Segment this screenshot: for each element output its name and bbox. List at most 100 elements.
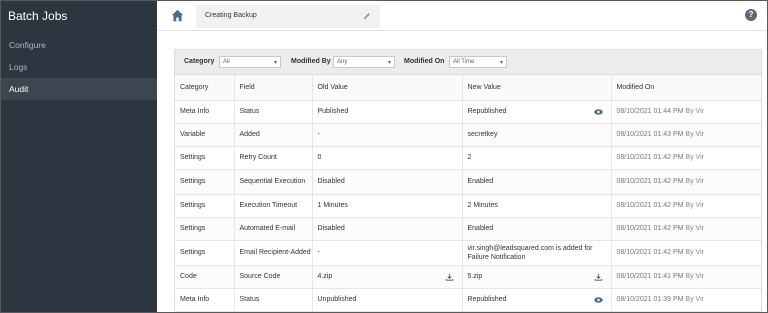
table-header-row: Category Field Old Value New Value Modif… [175, 75, 761, 101]
old-value-cell: 4.zip [312, 265, 463, 289]
column-header-modified-on: Modified On [611, 75, 761, 101]
modified-date: 08/10/2021 01:42 PM [616, 225, 684, 232]
category-filter-value: All [223, 59, 230, 65]
eye-icon[interactable] [593, 108, 603, 116]
modified-by: By Vir [685, 154, 704, 161]
field-cell: Automated E-mail [234, 217, 313, 241]
table-row: Meta Info Status Published Republished 0… [175, 100, 761, 124]
modified-on-cell: 08/10/2021 01:43 PM By Vir [611, 123, 761, 147]
old-value-cell: 1 Minutes [312, 194, 463, 218]
modified-on-cell: 08/10/2021 01:41 PM By Vir [611, 265, 761, 289]
download-icon[interactable] [445, 273, 454, 281]
new-value-cell: vir.singh@leadsquared.com is added for F… [462, 240, 612, 266]
top-bar: Creating Backup ? [157, 1, 767, 31]
column-header-old-value: Old Value [312, 75, 463, 101]
modified-date: 08/10/2021 01:39 PM [616, 296, 684, 303]
old-value-cell: - [312, 240, 463, 266]
modified-by: By Vir [685, 178, 704, 185]
app-frame: Batch Jobs Configure Logs Audit Creating… [0, 0, 768, 313]
table-row: Code Source Code 4.zip 5.zip 08/10/2021 … [175, 265, 761, 289]
table-row: Settings Email Recipient-Added - vir.sin… [175, 240, 761, 266]
modified-by: By Vir [685, 131, 704, 138]
table-row: Settings Automated E-mail Disabled Enabl… [175, 217, 761, 241]
new-value-cell: Enabled [462, 217, 612, 241]
field-cell: Retry Count [234, 146, 313, 170]
field-cell: Status [234, 100, 313, 124]
category-cell: Code [175, 265, 235, 289]
new-value-cell: 2 [462, 146, 612, 170]
column-header-category: Category [175, 75, 235, 101]
chevron-down-icon: ▾ [499, 60, 503, 66]
new-value-cell: Enabled [462, 169, 612, 195]
sidebar-item-audit[interactable]: Audit [1, 78, 157, 100]
modified-by: By Vir [685, 202, 704, 209]
category-cell: Variable [175, 123, 235, 147]
modified-on-cell: 08/10/2021 01:44 PM By Vir [611, 100, 761, 124]
pencil-icon[interactable] [363, 12, 371, 20]
column-header-field: Field [234, 75, 313, 101]
field-cell: Source Code [234, 265, 313, 289]
breadcrumb[interactable]: Creating Backup [196, 5, 380, 28]
old-value-cell: Published [312, 100, 463, 124]
modified-by: By Vir [685, 296, 704, 303]
old-value-cell: Unpublished [312, 288, 463, 312]
modified-by: By Vir [685, 108, 704, 115]
chevron-down-icon: ▾ [387, 60, 391, 66]
category-cell: Meta Info [175, 100, 235, 124]
sidebar-item-configure[interactable]: Configure [1, 34, 157, 56]
modified-by-filter-select[interactable]: Any ▾ [333, 56, 395, 68]
modified-on-cell: 08/10/2021 01:39 PM By Vir [611, 288, 761, 312]
field-cell: Email Recipient-Added [234, 240, 313, 266]
modified-date: 08/10/2021 01:42 PM [616, 154, 684, 161]
field-cell: Execution Timeout [234, 194, 313, 218]
old-value-cell: Disabled [312, 169, 463, 195]
old-value-cell: Disabled [312, 217, 463, 241]
chevron-down-icon: ▾ [273, 60, 277, 66]
old-value-cell: 0 [312, 146, 463, 170]
modified-on-cell: 08/10/2021 01:42 PM By Vir [611, 217, 761, 241]
modified-date: 08/10/2021 01:44 PM [616, 108, 684, 115]
new-value-cell: 2 Minutes [462, 194, 612, 218]
field-cell: Status [234, 288, 313, 312]
sidebar-item-logs[interactable]: Logs [1, 56, 157, 78]
eye-icon[interactable] [593, 296, 603, 304]
modified-by: By Vir [685, 273, 704, 280]
category-filter-label: Category [184, 58, 215, 65]
new-value-cell: secretkey [462, 123, 612, 147]
modified-date: 08/10/2021 01:42 PM [616, 202, 684, 209]
modified-by: By Vir [685, 225, 704, 232]
main-content: Category All ▾ Modified By Any ▾ Modifie… [157, 31, 767, 312]
new-value-cell: Republished [462, 100, 612, 124]
modified-date: 08/10/2021 01:43 PM [616, 131, 684, 138]
modified-date: 08/10/2021 01:42 PM [616, 249, 684, 256]
table-row: Settings Sequential Execution Disabled E… [175, 169, 761, 195]
download-icon[interactable] [594, 273, 603, 281]
modified-date: 08/10/2021 01:41 PM [616, 273, 684, 280]
modified-on-filter-label: Modified On [404, 58, 445, 65]
table-row: Settings Retry Count 0 2 08/10/2021 01:4… [175, 146, 761, 170]
category-cell: Settings [175, 217, 235, 241]
column-header-new-value: New Value [462, 75, 612, 101]
new-value-text: Republished [467, 296, 507, 303]
help-icon[interactable]: ? [745, 9, 757, 21]
table-row: Meta Info Status Unpublished Republished… [175, 288, 761, 312]
modified-on-filter-value: All Time [453, 59, 475, 65]
modified-on-cell: 08/10/2021 01:42 PM By Vir [611, 146, 761, 170]
home-icon[interactable] [171, 9, 184, 22]
new-value-text: 5.zip [467, 273, 483, 280]
new-value-cell: Republished [462, 288, 612, 312]
sidebar-title: Batch Jobs [8, 9, 68, 23]
category-cell: Settings [175, 169, 235, 195]
table-row: Variable Added - secretkey 08/10/2021 01… [175, 123, 761, 147]
category-cell: Settings [175, 146, 235, 170]
modified-on-cell: 08/10/2021 01:42 PM By Vir [611, 194, 761, 218]
category-filter-select[interactable]: All ▾ [219, 56, 281, 68]
new-value-cell: 5.zip [462, 265, 612, 289]
audit-panel: Category All ▾ Modified By Any ▾ Modifie… [174, 49, 762, 312]
modified-on-cell: 08/10/2021 01:42 PM By Vir [611, 240, 761, 266]
field-cell: Sequential Execution [234, 169, 313, 195]
category-cell: Settings [175, 240, 235, 266]
modified-on-filter-select[interactable]: All Time ▾ [449, 56, 507, 68]
modified-by-filter-label: Modified By [291, 58, 331, 65]
filter-bar: Category All ▾ Modified By Any ▾ Modifie… [175, 50, 761, 75]
